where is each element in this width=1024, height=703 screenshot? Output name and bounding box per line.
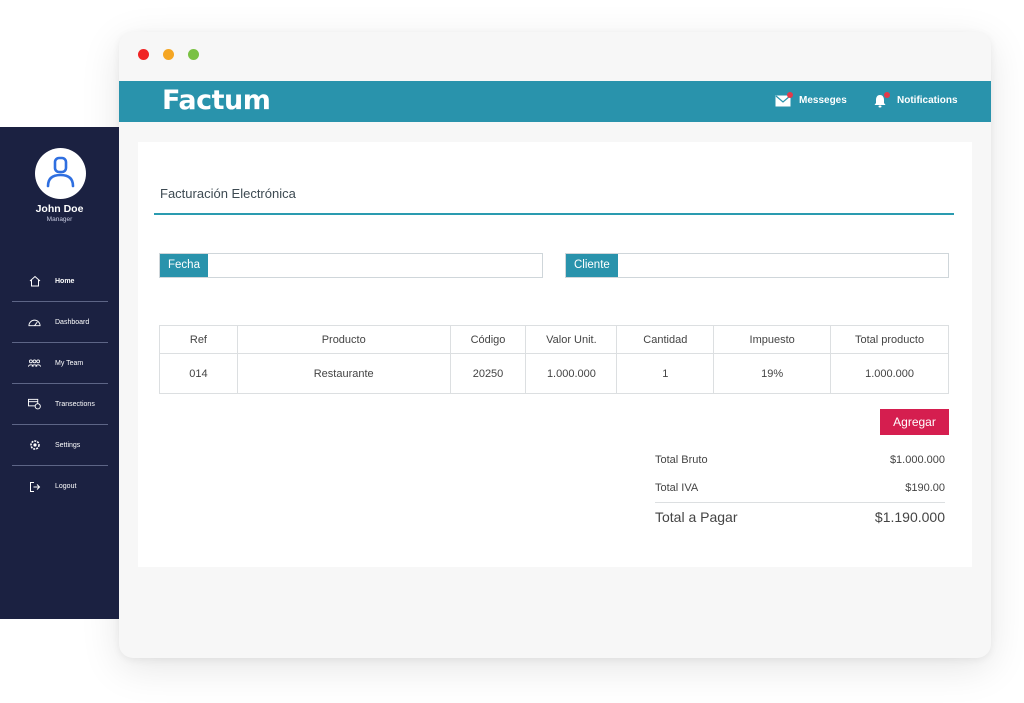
logo[interactable]: Factum — [162, 85, 271, 116]
messages-button[interactable]: Messeges — [775, 92, 847, 107]
cliente-field: Cliente — [565, 253, 949, 278]
total-bruto-row: Total Bruto $1.000.000 — [655, 446, 945, 474]
sidebar: John Doe Manager Home Dashboard My Team … — [0, 127, 119, 619]
cell-codigo: 20250 — [449, 353, 527, 394]
cell-impuesto: 19% — [713, 353, 832, 394]
total-iva-row: Total IVA $190.00 — [655, 474, 945, 502]
total-pagar-value: $1.190.000 — [874, 508, 945, 525]
stage: Factum Messeges Notifications Facturació… — [0, 0, 1024, 703]
col-ref: Ref — [159, 325, 238, 354]
top-bar: Factum Messeges Notifications — [119, 81, 991, 122]
minimize-window-dot[interactable] — [163, 49, 174, 60]
col-cantidad: Cantidad — [616, 325, 715, 354]
col-codigo: Código — [449, 325, 527, 354]
cliente-label: Cliente — [566, 254, 618, 277]
col-valor-unit: Valor Unit. — [525, 325, 618, 354]
cell-ref: 014 — [159, 353, 238, 394]
total-iva-label: Total IVA — [655, 482, 699, 494]
fecha-field: Fecha — [159, 253, 543, 278]
sidebar-item-label: Home — [55, 277, 75, 285]
col-total-producto: Total producto — [830, 325, 949, 354]
sidebar-item-home[interactable]: Home — [12, 261, 108, 302]
sidebar-item-label: Logout — [55, 483, 77, 490]
bell-icon — [873, 92, 890, 108]
sidebar-item-logout[interactable]: Logout — [12, 466, 108, 507]
invoice-panel: Facturación Electrónica Fecha Cliente Re… — [138, 142, 972, 567]
user-icon — [46, 156, 75, 188]
totals-summary: Total Bruto $1.000.000 Total IVA $190.00… — [655, 446, 945, 530]
page-title: Facturación Electrónica — [160, 186, 296, 201]
dashboard-icon — [28, 316, 41, 329]
title-divider — [154, 213, 954, 215]
sidebar-item-label: Settings — [55, 441, 81, 449]
user-role: Manager — [46, 216, 73, 223]
total-bruto-value: $1.000.000 — [889, 454, 945, 466]
notifications-label: Notifications — [897, 94, 958, 106]
close-window-dot[interactable] — [138, 49, 149, 60]
notifications-badge — [884, 92, 890, 98]
sidebar-item-transactions[interactable]: Transections — [12, 384, 108, 425]
sidebar-item-my-team[interactable]: My Team — [12, 343, 108, 384]
cliente-input[interactable] — [617, 254, 948, 277]
sidebar-item-label: Dashboard — [55, 318, 90, 326]
fecha-label: Fecha — [160, 254, 208, 277]
messages-label: Messeges — [799, 94, 847, 106]
cell-producto: Restaurante — [236, 353, 451, 394]
fecha-input[interactable] — [207, 254, 542, 277]
transactions-icon — [28, 398, 41, 411]
total-pagar-row: Total a Pagar $1.190.000 — [655, 502, 945, 530]
col-producto: Producto — [236, 325, 451, 354]
agregar-button[interactable]: Agregar — [880, 409, 949, 435]
avatar[interactable] — [35, 148, 86, 199]
messages-badge — [787, 92, 793, 98]
table-row[interactable]: 014 Restaurante 20250 1.000.000 1 19% 1.… — [159, 353, 949, 394]
window-controls — [138, 49, 199, 60]
col-impuesto: Impuesto — [713, 325, 832, 354]
total-pagar-label: Total a Pagar — [655, 508, 738, 525]
sidebar-item-label: My Team — [55, 359, 84, 367]
user-name: John Doe — [35, 203, 84, 215]
total-bruto-label: Total Bruto — [655, 454, 708, 466]
team-icon — [28, 357, 41, 370]
logout-icon — [28, 480, 41, 493]
items-table: Ref Producto Código Valor Unit. Cantidad… — [159, 325, 949, 394]
gear-icon — [28, 439, 41, 452]
total-iva-value: $190.00 — [905, 482, 945, 494]
sidebar-item-dashboard[interactable]: Dashboard — [12, 302, 108, 343]
table-header-row: Ref Producto Código Valor Unit. Cantidad… — [159, 325, 949, 354]
mail-icon — [775, 92, 793, 107]
sidebar-item-settings[interactable]: Settings — [12, 425, 108, 466]
sidebar-item-label: Transections — [55, 400, 95, 408]
home-icon — [28, 275, 41, 288]
cell-valor-unit: 1.000.000 — [525, 353, 618, 394]
maximize-window-dot[interactable] — [188, 49, 199, 60]
app-window: Factum Messeges Notifications Facturació… — [119, 32, 991, 658]
notifications-button[interactable]: Notifications — [873, 92, 958, 108]
cell-cantidad: 1 — [616, 353, 715, 394]
cell-total-producto: 1.000.000 — [830, 353, 949, 394]
